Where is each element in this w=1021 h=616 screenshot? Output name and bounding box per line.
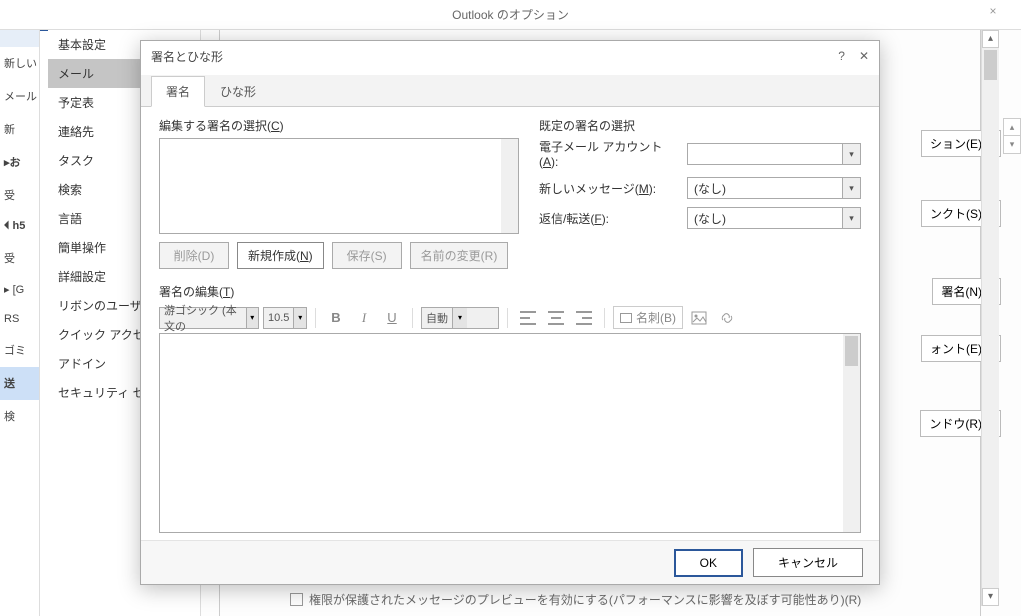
nav-item[interactable]: ⏴ h5 xyxy=(0,212,39,242)
rename-button[interactable]: 名前の変更(R) xyxy=(410,242,509,269)
font-size-combo[interactable]: 10.5 ▾ xyxy=(263,307,307,329)
reply-combo[interactable]: (なし) ▾ xyxy=(687,207,861,229)
separator xyxy=(315,308,316,328)
dialog-title: 署名とひな形 xyxy=(151,48,223,65)
dialog-tabs: 署名 ひな形 xyxy=(141,75,879,107)
nav-item[interactable]: メール xyxy=(0,80,39,113)
editor-toolbar: 游ゴシック (本文の ▾ 10.5 ▾ B I U 自動 ▾ 名刺( xyxy=(159,306,861,329)
chevron-down-icon[interactable]: ▾ xyxy=(452,308,467,328)
save-button[interactable]: 保存(S) xyxy=(332,242,402,269)
align-left-button[interactable] xyxy=(516,307,540,329)
font-family-combo[interactable]: 游ゴシック (本文の ▾ xyxy=(159,307,259,329)
tab-signature[interactable]: 署名 xyxy=(151,76,205,107)
nav-item[interactable]: 検 xyxy=(0,400,39,433)
dialog-titlebar: 署名とひな形 ? ✕ xyxy=(141,41,879,71)
separator xyxy=(507,308,508,328)
nav-item[interactable]: 送 xyxy=(0,367,39,400)
listbox-scrollbar[interactable] xyxy=(501,139,518,233)
scroll-up-icon[interactable]: ▴ xyxy=(982,30,999,48)
default-signature-label: 既定の署名の選択 xyxy=(539,117,861,134)
business-card-button[interactable]: 名刺(B) xyxy=(613,306,683,329)
chevron-down-icon[interactable]: ▾ xyxy=(842,208,860,228)
select-signature-label: 編集する署名の選択(C) xyxy=(159,117,519,134)
dialog-footer: OK キャンセル xyxy=(141,540,879,584)
signature-listbox[interactable] xyxy=(159,138,519,234)
help-icon[interactable]: ? xyxy=(838,49,845,63)
dialog-body: 編集する署名の選択(C) 削除(D) 新規作成(N) 保存(S) 名前の変更(R… xyxy=(141,107,879,540)
tab-stationery[interactable]: ひな形 xyxy=(205,76,271,107)
chevron-down-icon[interactable]: ▾ xyxy=(246,308,258,328)
picture-icon xyxy=(691,311,707,325)
bold-button[interactable]: B xyxy=(324,307,348,329)
newmsg-label: 新しいメッセージ(M): xyxy=(539,180,679,197)
delete-button[interactable]: 削除(D) xyxy=(159,242,229,269)
newmsg-combo[interactable]: (なし) ▾ xyxy=(687,177,861,199)
outlook-nav-pane: 新しい メール 新 ▸お 受 ⏴ h5 受 ▸ [G RS ゴミ 送 検 xyxy=(0,30,40,616)
reply-value: (なし) xyxy=(688,210,842,227)
nav-item[interactable] xyxy=(0,30,39,47)
close-icon[interactable]: ✕ xyxy=(859,49,869,63)
spinner-down-icon[interactable]: ▾ xyxy=(1003,136,1021,154)
nav-item[interactable]: 受 xyxy=(0,179,39,212)
account-label: 電子メール アカウント(A): xyxy=(539,138,679,169)
nav-item[interactable]: RS xyxy=(0,305,39,334)
separator xyxy=(412,308,413,328)
italic-button[interactable]: I xyxy=(352,307,376,329)
chevron-down-icon[interactable]: ▾ xyxy=(842,144,860,164)
edit-signature-label: 署名の編集(T) xyxy=(159,283,861,300)
nav-item[interactable]: ゴミ xyxy=(0,334,39,367)
checkbox-icon[interactable] xyxy=(290,593,303,606)
footer-check-label: 権限が保護されたメッセージのプレビューを有効にする(パフォーマンスに影響を及ぼす… xyxy=(309,591,861,608)
scroll-thumb[interactable] xyxy=(845,336,858,366)
signature-editor[interactable] xyxy=(159,333,861,533)
reply-label: 返信/転送(F): xyxy=(539,210,679,227)
editor-scrollbar[interactable] xyxy=(843,334,860,532)
chevron-down-icon[interactable]: ▾ xyxy=(293,308,306,328)
new-button[interactable]: 新規作成(N) xyxy=(237,242,324,269)
nav-item[interactable]: ▸ [G xyxy=(0,275,39,305)
account-combo[interactable]: ▾ xyxy=(687,143,861,165)
newmsg-value: (なし) xyxy=(688,180,842,197)
align-right-button[interactable] xyxy=(572,307,596,329)
nav-item[interactable]: 新しい xyxy=(0,47,39,80)
options-titlebar: Outlook のオプション × xyxy=(0,0,1021,30)
picture-button[interactable] xyxy=(687,307,711,329)
scroll-thumb[interactable] xyxy=(984,50,997,80)
cancel-button[interactable]: キャンセル xyxy=(753,548,863,577)
nav-item[interactable]: ▸お xyxy=(0,146,39,179)
options-scrollbar[interactable]: ▴ ▾ xyxy=(981,30,999,606)
scroll-down-icon[interactable]: ▾ xyxy=(982,588,999,606)
font-color-combo[interactable]: 自動 ▾ xyxy=(421,307,499,329)
outer-spinner[interactable]: ▴ ▾ xyxy=(1003,118,1021,178)
options-close-icon[interactable]: × xyxy=(973,4,1013,26)
card-icon xyxy=(620,313,632,323)
nav-item[interactable]: 受 xyxy=(0,242,39,275)
underline-button[interactable]: U xyxy=(380,307,404,329)
chevron-down-icon[interactable]: ▾ xyxy=(842,178,860,198)
signatures-dialog: 署名とひな形 ? ✕ 署名 ひな形 編集する署名の選択(C) 削除(D) 新規作… xyxy=(140,40,880,585)
nav-item[interactable]: 新 xyxy=(0,113,39,146)
options-title: Outlook のオプション xyxy=(452,6,569,23)
align-center-button[interactable] xyxy=(544,307,568,329)
separator xyxy=(604,308,605,328)
spinner-up-icon[interactable]: ▴ xyxy=(1003,118,1021,136)
ok-button[interactable]: OK xyxy=(674,549,743,577)
link-icon xyxy=(719,311,735,325)
hyperlink-button[interactable] xyxy=(715,307,739,329)
footer-checkbox-row[interactable]: 権限が保護されたメッセージのプレビューを有効にする(パフォーマンスに影響を及ぼす… xyxy=(290,591,861,608)
